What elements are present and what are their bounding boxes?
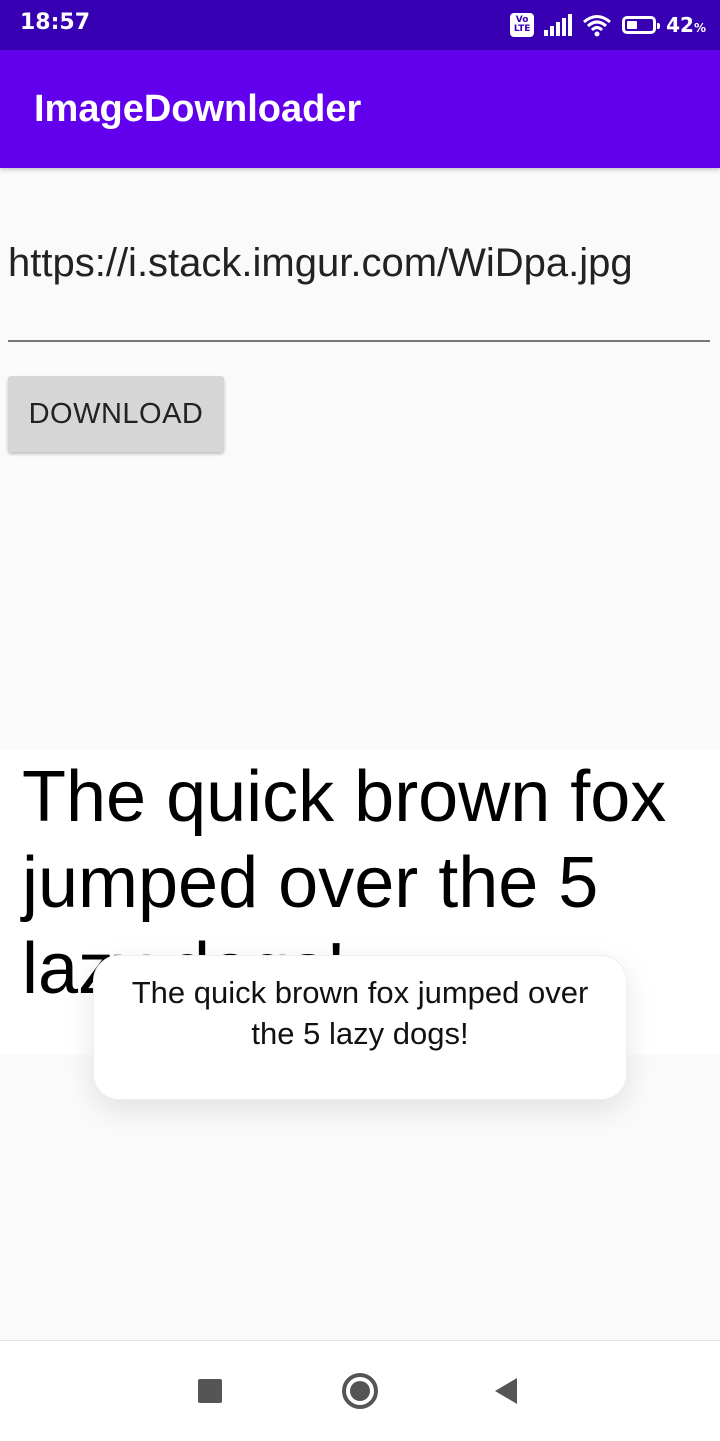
back-button[interactable] [466,1341,546,1441]
battery-percent-value: 42 [666,13,694,37]
status-icons: Vo LTE 42% [510,10,706,40]
navigation-bar [0,1340,720,1441]
battery-icon [622,16,661,34]
triangle-back-icon [495,1378,517,1404]
battery-percent-unit: % [693,21,706,35]
battery-fill [627,21,638,29]
signal-icon [544,14,573,36]
volte-icon: Vo LTE [510,13,535,37]
wifi-icon [583,15,612,37]
recents-button[interactable] [170,1341,250,1441]
status-bar: 18:57 Vo LTE 42% [0,0,720,50]
app-bar: ImageDownloader [0,50,720,168]
square-icon [198,1379,222,1403]
status-time: 18:57 [20,10,91,35]
toast-message: The quick brown fox jumped over the 5 la… [93,955,627,1100]
battery-percent: 42% [666,13,706,37]
volte-bottom-label: LTE [513,24,531,34]
app-title: ImageDownloader [34,88,362,130]
download-button[interactable]: DOWNLOAD [8,376,224,452]
home-button[interactable] [320,1341,400,1441]
url-input[interactable]: https://i.stack.imgur.com/WiDpa.jpg [8,236,710,342]
circle-icon [342,1373,378,1409]
